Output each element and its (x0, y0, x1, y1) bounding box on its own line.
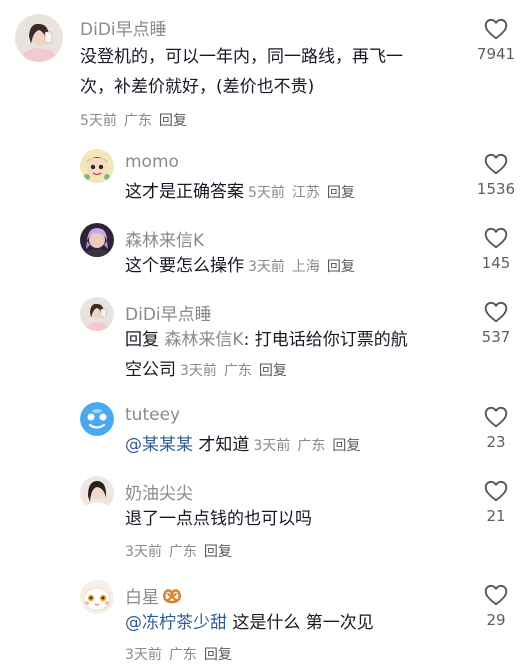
reply-button[interactable]: 回复 (204, 647, 232, 663)
avatar[interactable] (80, 149, 114, 183)
username[interactable]: 奶油尖尖 (125, 479, 193, 504)
comment-text-line: 次，补差价就好，(差价也不贵) (80, 77, 315, 97)
comment-text: 退了一点点钱的也可以吗 (125, 504, 312, 534)
comment-meta: 3天前 广东 回复 (253, 438, 367, 454)
comment-meta: 3天前 广东 回复 (125, 541, 239, 561)
avatar[interactable] (80, 223, 114, 257)
like-group[interactable]: 1536 (468, 151, 524, 198)
like-group[interactable]: 21 (468, 478, 524, 525)
comment-location: 上海 (291, 259, 320, 275)
heart-icon[interactable] (483, 225, 509, 251)
comment-time: 3天前 (248, 259, 285, 275)
like-count: 23 (486, 433, 506, 451)
avatar[interactable] (80, 580, 114, 614)
comment-time: 3天前 (125, 544, 162, 560)
comment-location: 江苏 (291, 185, 320, 201)
comment-text: @冻柠茶少甜 这是什么 第一次见 (125, 608, 374, 638)
comment-location: 广东 (297, 438, 326, 454)
comment-text-content: 这是什么 第一次见 (232, 613, 374, 633)
avatar[interactable] (15, 14, 63, 62)
comment-location: 广东 (123, 113, 152, 129)
comment-meta: 5天前 江苏 回复 (248, 185, 362, 201)
like-count: 7941 (476, 45, 516, 63)
heart-icon[interactable] (483, 582, 509, 608)
comment-meta: 3天前 上海 回复 (248, 259, 362, 275)
comment-text: 这才是正确答案 5天前 江苏 回复 (125, 177, 362, 208)
heart-icon[interactable] (483, 151, 509, 177)
comment-text-line: : 打电话给你订票的航 (243, 330, 408, 350)
comment-time: 3天前 (125, 647, 162, 663)
username[interactable]: momo (125, 152, 179, 172)
comment-text: 没登机的，可以一年内，同一路线，再飞一 次，补差价就好，(差价也不贵) (80, 42, 403, 102)
comment-text-line: 空公司 (125, 360, 176, 380)
comment-text-content: 这才是正确答案 (125, 182, 244, 202)
heart-icon[interactable] (483, 299, 509, 325)
like-group[interactable]: 7941 (468, 16, 524, 63)
avatar[interactable] (80, 297, 114, 331)
mention-link[interactable]: @冻柠茶少甜 (125, 613, 227, 633)
reply-button[interactable]: 回复 (327, 259, 355, 275)
heart-icon[interactable] (483, 16, 509, 42)
comment-text-content: 才知道 (198, 435, 250, 455)
heart-icon[interactable] (483, 404, 509, 430)
comment-meta: 3天前 广东 回复 (125, 644, 239, 664)
avatar[interactable] (80, 402, 114, 436)
reply-target-username[interactable]: 森林来信K (164, 330, 243, 350)
comment-location: 广东 (168, 544, 197, 560)
username-text: 白星 (125, 588, 159, 608)
username[interactable]: 白星 (125, 583, 183, 608)
reply-prefix: 回复 (125, 330, 159, 350)
username[interactable]: tuteey (125, 405, 180, 425)
comment-meta: 3天前 广东 回复 (180, 363, 294, 379)
avatar[interactable] (80, 476, 114, 510)
like-count: 537 (481, 328, 511, 346)
like-count: 21 (486, 507, 506, 525)
like-group[interactable]: 29 (468, 582, 524, 629)
like-count: 29 (486, 611, 506, 629)
reply-button[interactable]: 回复 (332, 438, 360, 454)
comment-text: 回复 森林来信K: 打电话给你订票的航 空公司 3天前 广东 回复 (125, 325, 408, 386)
reply-button[interactable]: 回复 (259, 363, 287, 379)
like-group[interactable]: 145 (468, 225, 524, 272)
comment-text-content: 退了一点点钱的也可以吗 (125, 509, 312, 529)
heart-icon[interactable] (483, 478, 509, 504)
comment-text-line: 没登机的，可以一年内，同一路线，再飞一 (80, 47, 403, 67)
username[interactable]: DiDi早点睡 (125, 300, 212, 325)
reply-button[interactable]: 回复 (327, 185, 355, 201)
username[interactable]: 森林来信K (125, 226, 204, 251)
like-count: 1536 (476, 180, 516, 198)
comment-text-content: 这个要怎么操作 (125, 256, 244, 276)
like-count: 145 (481, 254, 511, 272)
comment-time: 5天前 (80, 113, 117, 129)
mention-link[interactable]: @某某某 (125, 435, 193, 455)
like-group[interactable]: 23 (468, 404, 524, 451)
reply-button[interactable]: 回复 (159, 113, 187, 129)
comment-text: 这个要怎么操作 3天前 上海 回复 (125, 251, 362, 282)
comment-text: @某某某 才知道 3天前 广东 回复 (125, 430, 367, 461)
like-group[interactable]: 537 (468, 299, 524, 346)
reply-button[interactable]: 回复 (204, 544, 232, 560)
username[interactable]: DiDi早点睡 (80, 15, 167, 40)
comment-time: 3天前 (180, 363, 217, 379)
comment-time: 5天前 (248, 185, 285, 201)
comment-location: 广东 (168, 647, 197, 663)
comment-location: 广东 (223, 363, 252, 379)
comment-time: 3天前 (253, 438, 291, 454)
comment-meta: 5天前 广东 回复 (80, 110, 194, 130)
pretzel-icon (162, 589, 182, 604)
